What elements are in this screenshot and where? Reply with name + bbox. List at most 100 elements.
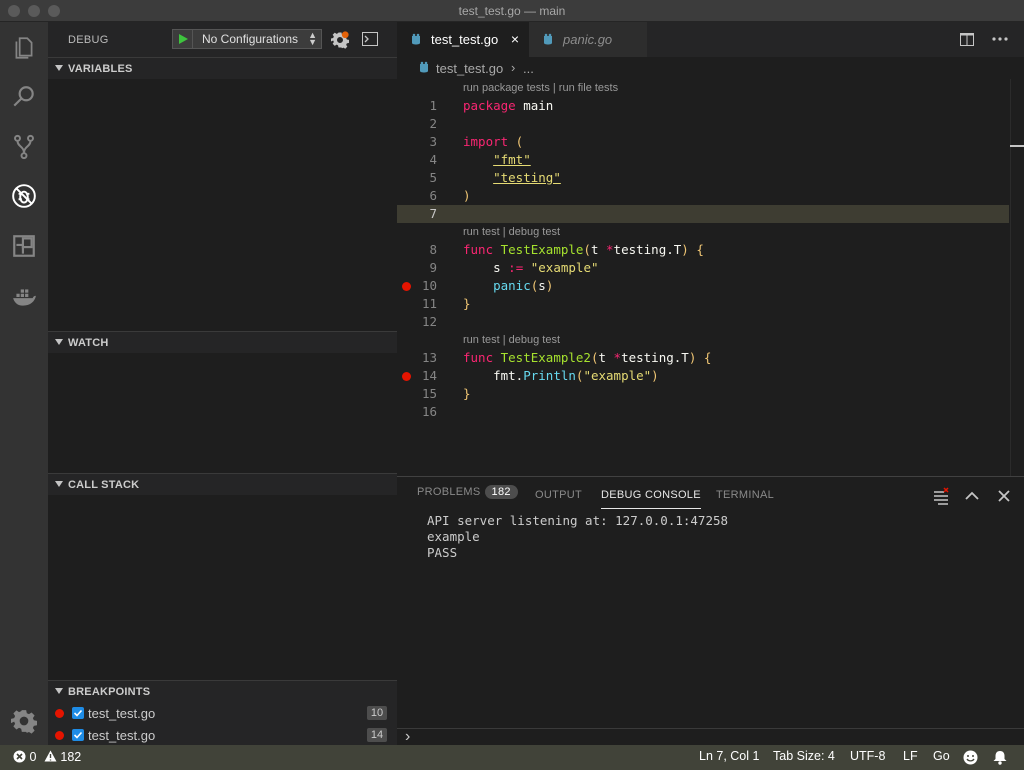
code-editor[interactable]: run package tests | run file tests 1 pack… xyxy=(397,79,1024,476)
code-token: testing.T xyxy=(621,350,689,365)
debug-settings-gear-icon[interactable] xyxy=(331,31,349,49)
code-token: ( xyxy=(583,242,591,257)
close-panel-icon[interactable] xyxy=(995,487,1013,505)
code-token: func xyxy=(463,350,494,365)
docker-icon[interactable] xyxy=(10,283,38,311)
go-file-icon xyxy=(412,33,420,45)
console-line: API server listening at: 127.0.0.1:47258 xyxy=(427,513,729,528)
line-number: 13 xyxy=(421,350,437,365)
breakpoint-enabled-checkbox[interactable] xyxy=(72,729,84,741)
breakpoint-item[interactable]: test_test.go 10 xyxy=(48,702,397,724)
code-line: 10 panic(s) xyxy=(397,277,1009,295)
line-number: 10 xyxy=(421,278,437,293)
go-file-icon xyxy=(420,61,428,73)
code-token: { xyxy=(696,350,712,365)
code-token: := xyxy=(508,260,524,275)
code-line: 12 xyxy=(397,313,1009,331)
watch-title: WATCH xyxy=(68,337,109,349)
line-number: 1 xyxy=(429,98,437,113)
cursor-position[interactable]: Ln 7, Col 1 xyxy=(699,749,759,763)
bottom-panel: PROBLEMS 182 OUTPUT DEBUG CONSOLE TERMINA… xyxy=(397,476,1024,745)
problems-status[interactable]: 0 182 xyxy=(13,750,81,764)
tab-test-test-go[interactable]: test_test.go × xyxy=(397,22,529,57)
code-line: 8 func TestExample(t *testing.T) { xyxy=(397,241,1009,259)
call-stack-section-header[interactable]: CALL STACK xyxy=(48,473,397,495)
code-token: func xyxy=(463,242,494,257)
breakpoints-section-header[interactable]: BREAKPOINTS xyxy=(48,680,397,702)
code-line: 2 xyxy=(397,115,1009,133)
line-number: 12 xyxy=(421,314,437,329)
line-number: 9 xyxy=(429,260,437,275)
start-debugging-button[interactable] xyxy=(172,29,192,49)
code-token: testing.T xyxy=(613,242,682,257)
encoding[interactable]: UTF-8 xyxy=(850,749,885,763)
extensions-icon[interactable] xyxy=(10,232,38,260)
debug-console-output: API server listening at: 127.0.0.1:47258… xyxy=(427,513,728,561)
breakpoint-file: test_test.go xyxy=(88,728,156,743)
notifications-bell-icon[interactable] xyxy=(993,750,1007,765)
debug-console-icon[interactable] xyxy=(362,32,378,46)
debug-console-input[interactable]: › xyxy=(397,728,1024,746)
code-token: "example" xyxy=(523,260,599,275)
code-line: 13 func TestExample2(t *testing.T) { xyxy=(397,349,1009,367)
code-token: ( xyxy=(508,134,524,149)
clear-console-icon[interactable] xyxy=(932,487,950,505)
window-title: test_test.go — main xyxy=(458,4,566,18)
tab-terminal[interactable]: TERMINAL xyxy=(716,489,774,501)
source-control-icon[interactable] xyxy=(10,133,38,161)
code-token: package xyxy=(463,98,516,113)
play-icon xyxy=(178,34,188,44)
code-token: TestExample2 xyxy=(493,350,591,365)
maximize-panel-icon[interactable] xyxy=(963,487,981,505)
code-line: 6) xyxy=(397,187,1009,205)
editor-scrollbar[interactable] xyxy=(1010,79,1024,476)
breakpoint-enabled-checkbox[interactable] xyxy=(72,707,84,719)
breadcrumb-file[interactable]: test_test.go xyxy=(436,61,503,76)
error-count: 0 xyxy=(29,750,37,764)
code-line: 14 fmt.Println("example") xyxy=(397,367,1009,385)
line-number: 15 xyxy=(421,386,437,401)
tab-panic-go[interactable]: panic.go xyxy=(529,22,647,57)
codelens-run-test[interactable]: run test | debug test xyxy=(463,334,560,350)
code-token: fmt. xyxy=(493,368,524,383)
code-token: ) xyxy=(681,242,689,257)
watch-view xyxy=(48,353,397,473)
problems-count-badge: 182 xyxy=(484,485,518,499)
language-mode[interactable]: Go xyxy=(933,749,950,763)
tab-debug-console[interactable]: DEBUG CONSOLE xyxy=(601,489,701,509)
end-of-line[interactable]: LF xyxy=(903,749,918,763)
code-token: ) xyxy=(463,188,471,203)
codelens-run-test[interactable]: run test | debug test xyxy=(463,226,560,242)
watch-section-header[interactable]: WATCH xyxy=(48,331,397,353)
tab-size[interactable]: Tab Size: 4 xyxy=(773,749,835,763)
line-number: 8 xyxy=(429,242,437,257)
chevron-down-icon xyxy=(55,688,63,694)
call-stack-view xyxy=(48,495,397,680)
line-number: 6 xyxy=(429,188,437,203)
activity-bar xyxy=(0,22,48,745)
breadcrumb-symbols[interactable]: ... xyxy=(523,61,534,76)
tab-label: panic.go xyxy=(563,32,613,47)
tab-problems[interactable]: PROBLEMS 182 xyxy=(417,485,518,499)
search-icon[interactable] xyxy=(10,83,38,111)
code-line: 5 "testing" xyxy=(397,169,1009,187)
variables-view xyxy=(48,79,397,331)
debug-configuration-select[interactable]: No Configurations ▲ ▼ xyxy=(192,29,322,49)
variables-section-header[interactable]: VARIABLES xyxy=(48,57,397,79)
explorer-icon[interactable] xyxy=(10,34,38,62)
split-editor-icon[interactable] xyxy=(960,33,974,46)
more-actions-icon[interactable] xyxy=(992,37,1008,41)
code-line: 11} xyxy=(397,295,1009,313)
debug-toolbar: DEBUG No Configurations ▲ ▼ xyxy=(48,22,397,58)
code-token: ) xyxy=(651,368,659,383)
gear-icon[interactable] xyxy=(10,707,38,735)
close-tab-icon[interactable]: × xyxy=(511,31,519,47)
code-line: 4 "fmt" xyxy=(397,151,1009,169)
codelens-package-tests[interactable]: run package tests | run file tests xyxy=(463,82,618,98)
line-number: 3 xyxy=(429,134,437,149)
breakpoint-item[interactable]: test_test.go 14 xyxy=(48,724,397,746)
feedback-smiley-icon[interactable] xyxy=(963,750,978,765)
tab-output[interactable]: OUTPUT xyxy=(535,489,582,501)
code-token: t xyxy=(590,242,607,257)
debug-icon[interactable] xyxy=(10,182,38,210)
